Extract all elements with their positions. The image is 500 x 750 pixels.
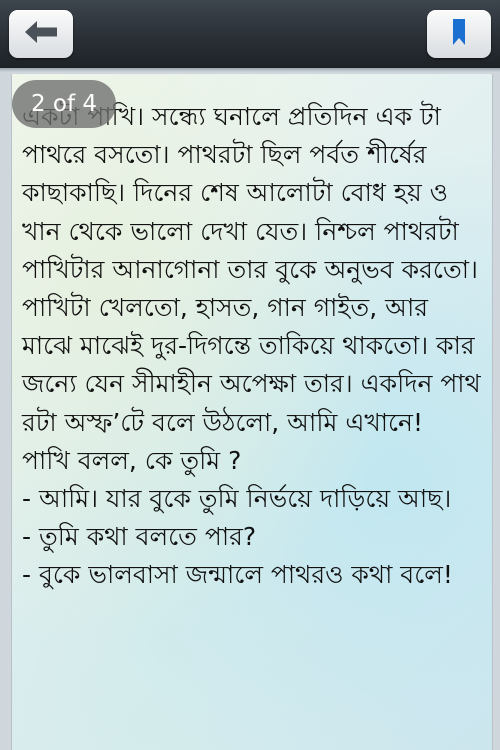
reader-page[interactable]: একটা পাখি। সন্ধ্যে ঘনালে প্রতিদিন এক টা … [11,74,493,750]
back-button[interactable] [9,10,73,58]
page-indicator-badge: 2 of 4 [12,80,116,128]
story-text: একটা পাখি। সন্ধ্যে ঘনালে প্রতিদিন এক টা … [22,102,481,590]
navigation-bar [0,0,500,69]
back-arrow-icon [24,20,58,48]
bookmark-button[interactable] [427,10,491,58]
navbar-shadow [0,68,500,72]
bookmark-icon [453,19,465,49]
